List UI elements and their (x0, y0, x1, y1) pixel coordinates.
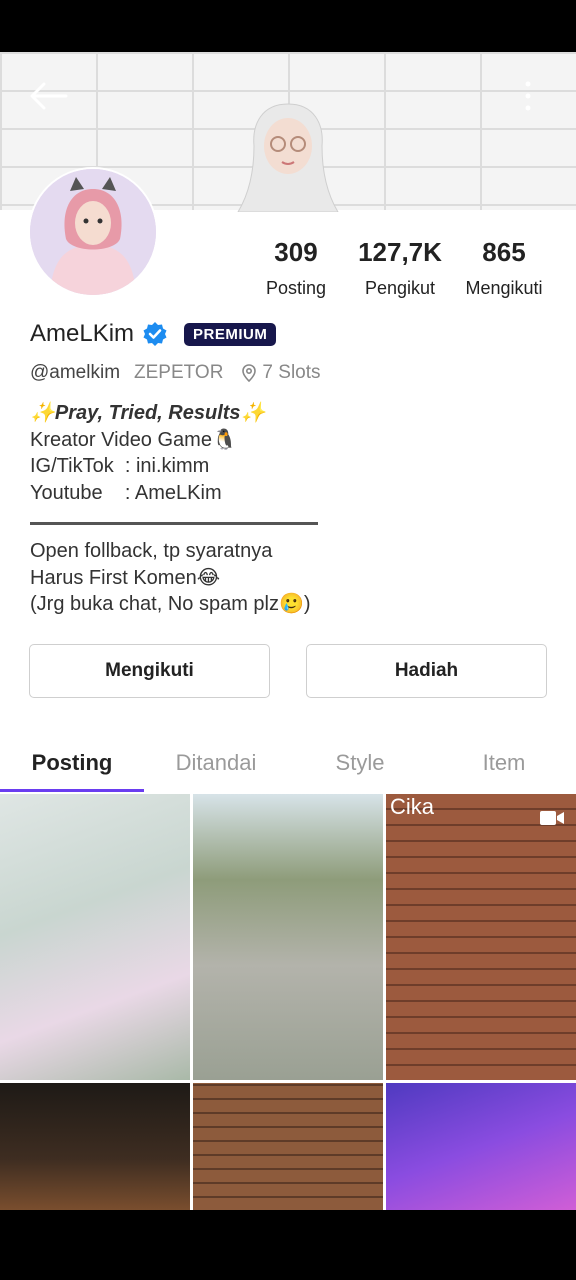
more-vertical-icon (525, 81, 531, 111)
tab-item[interactable]: Item (432, 738, 576, 792)
posts-value: 309 (274, 237, 318, 267)
following-label: Mengikuti (465, 278, 543, 298)
profile-bio: ✨Pray, Tried, Results✨ Kreator Video Gam… (30, 400, 265, 506)
profile-handle: @amelkim (30, 362, 121, 383)
name-row: AmeLKim PREMIUM (30, 320, 277, 348)
premium-badge: PREMIUM (184, 322, 277, 346)
bio-lines: Kreator Video Game🐧 IG/TikTok : ini.kimm… (30, 428, 237, 504)
video-camera-icon (540, 811, 564, 825)
profile-screen: 309 Posting 127,7K Pengikut 865 Mengikut… (0, 52, 576, 1210)
verified-badge-icon (143, 322, 167, 346)
status-bar (0, 0, 576, 52)
post-thumbnail[interactable] (193, 1083, 383, 1210)
tab-tagged[interactable]: Ditandai (144, 738, 288, 792)
profile-avatar[interactable] (28, 167, 158, 297)
location-pin-icon (242, 364, 257, 383)
profile-meta: @amelkim ZEPETOR 7 Slots (30, 362, 321, 384)
navigation-bar (0, 1210, 576, 1280)
followers-label: Pengikut (364, 278, 436, 298)
bio-title: ✨Pray, Tried, Results✨ (30, 402, 266, 424)
gift-button[interactable]: Hadiah (306, 644, 547, 698)
followers-value: 127,7K (358, 237, 442, 267)
profile-name: AmeLKim (30, 320, 135, 347)
slots-label: 7 Slots (262, 362, 321, 383)
following-count[interactable]: 865 Mengikuti (458, 237, 550, 299)
back-button[interactable] (26, 78, 70, 114)
thumbnail-caption: Cika (390, 794, 435, 819)
following-button[interactable]: Mengikuti (29, 644, 270, 698)
posts-count[interactable]: 309 Posting (256, 237, 336, 299)
profile-tabs: Posting Ditandai Style Item (0, 738, 576, 792)
following-value: 865 (482, 237, 526, 267)
post-thumbnail[interactable] (193, 794, 383, 1080)
post-thumbnail[interactable] (0, 1083, 190, 1210)
bio-divider (30, 522, 318, 525)
post-thumbnail[interactable]: Cika (386, 794, 576, 1080)
post-thumbnail[interactable] (386, 1083, 576, 1210)
avatar-image (30, 169, 156, 295)
tab-style[interactable]: Style (288, 738, 432, 792)
post-thumbnail[interactable] (0, 794, 190, 1080)
app-name: ZEPETOR (134, 362, 224, 383)
more-options-button[interactable] (516, 78, 540, 114)
arrow-left-icon (30, 82, 68, 110)
bio-note: Open follback, tp syaratnya Harus First … (30, 540, 311, 615)
cover-avatar-figure (237, 103, 339, 212)
posts-label: Posting (265, 278, 327, 298)
tab-posting[interactable]: Posting (0, 738, 144, 792)
followers-count[interactable]: 127,7K Pengikut (352, 237, 448, 299)
slots-info: 7 Slots (239, 362, 321, 384)
